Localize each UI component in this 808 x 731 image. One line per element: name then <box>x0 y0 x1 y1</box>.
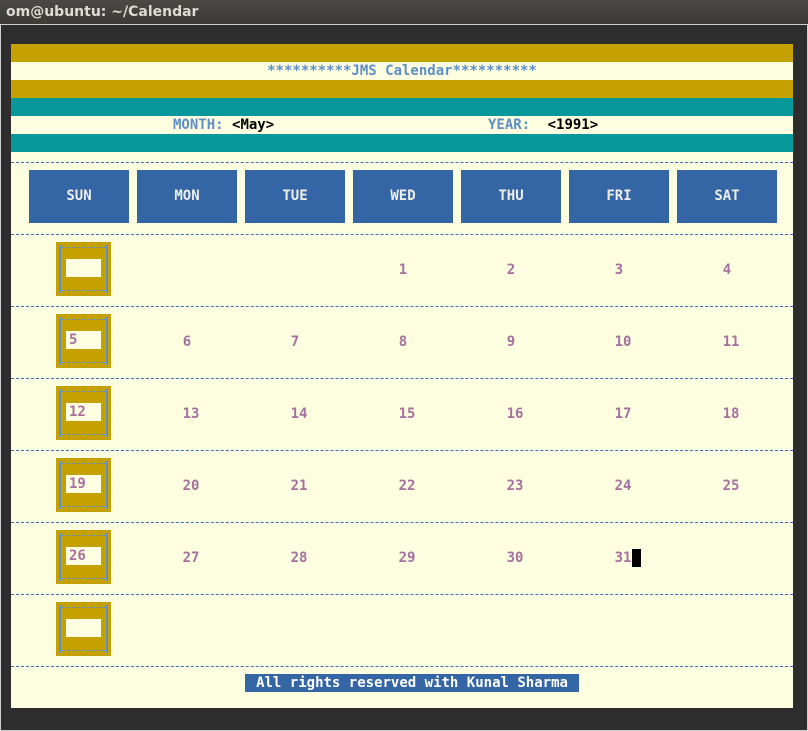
sunday-border <box>62 362 105 363</box>
week-divider <box>11 522 793 523</box>
day-header-sat: SAT <box>677 170 777 223</box>
month-value[interactable]: <May> <box>232 117 274 133</box>
sunday-cell[interactable]: 12 <box>56 386 111 440</box>
day-header-thu: THU <box>461 170 561 223</box>
date-cell[interactable]: 17 <box>573 405 673 423</box>
sunday-border <box>62 535 105 536</box>
sunday-date: 19 <box>66 475 101 493</box>
sunday-date: 26 <box>66 547 101 565</box>
week-divider <box>11 234 793 235</box>
sunday-border <box>62 607 105 608</box>
date-cell[interactable]: 20 <box>141 477 241 495</box>
year-field: YEAR: <1991> <box>488 116 598 134</box>
month-label: MONTH: <box>173 117 224 133</box>
date-cell[interactable]: 6 <box>137 333 237 351</box>
sunday-border <box>59 245 61 293</box>
date-cell[interactable]: 28 <box>249 549 349 567</box>
date-cell[interactable]: 24 <box>573 477 673 495</box>
sunday-border <box>62 290 105 291</box>
copyright-footer: All rights reserved with Kunal Sharma <box>245 674 579 692</box>
sunday-border <box>59 389 61 437</box>
sunday-border <box>62 247 105 248</box>
date-cell[interactable]: 31 <box>573 549 673 567</box>
sunday-date: 5 <box>66 331 101 349</box>
bottom-divider <box>11 666 793 667</box>
divider <box>11 162 793 163</box>
year-label: YEAR: <box>488 117 531 133</box>
date-cell[interactable]: 18 <box>681 405 781 423</box>
text-cursor <box>632 549 641 567</box>
date-cell[interactable]: 4 <box>677 261 777 279</box>
date-cell[interactable]: 29 <box>357 549 457 567</box>
week-divider <box>11 306 793 307</box>
window-title[interactable]: om@ubuntu: ~/Calendar <box>0 0 808 24</box>
sunday-border <box>62 506 105 507</box>
day-header-mon: MON <box>137 170 237 223</box>
sunday-border <box>106 317 108 365</box>
sunday-border <box>62 650 105 651</box>
sunday-cell[interactable]: 5 <box>56 314 111 368</box>
sunday-cell[interactable]: 19 <box>56 458 111 512</box>
sunday-border <box>106 245 108 293</box>
date-cell[interactable]: 25 <box>681 477 781 495</box>
date-cell[interactable]: 2 <box>461 261 561 279</box>
terminal-area[interactable]: **********JMS Calendar********** MONTH: … <box>0 24 808 731</box>
date-cell[interactable]: 16 <box>465 405 565 423</box>
sunday-border <box>62 319 105 320</box>
date-cell[interactable]: 3 <box>569 261 669 279</box>
month-field: MONTH: <May> <box>173 116 274 134</box>
sunday-border <box>59 533 61 581</box>
date-cell[interactable]: 13 <box>141 405 241 423</box>
date-cell[interactable]: 15 <box>357 405 457 423</box>
sunday-border <box>59 461 61 509</box>
sunday-cell[interactable]: 26 <box>56 530 111 584</box>
date-cell[interactable]: 30 <box>465 549 565 567</box>
teal-band-1 <box>11 98 793 116</box>
sunday-border <box>62 578 105 579</box>
date-cell[interactable]: 1 <box>353 261 453 279</box>
day-header-wed: WED <box>353 170 453 223</box>
date-cell[interactable]: 21 <box>249 477 349 495</box>
sunday-border <box>62 391 105 392</box>
teal-band-2 <box>11 134 793 152</box>
sunday-border <box>59 317 61 365</box>
day-header-sun: SUN <box>29 170 129 223</box>
week-divider <box>11 378 793 379</box>
week-divider <box>11 450 793 451</box>
date-cell[interactable]: 14 <box>249 405 349 423</box>
sunday-date: 12 <box>66 403 101 421</box>
mustard-band-2 <box>11 80 793 98</box>
sunday-date <box>66 619 101 637</box>
sunday-border <box>106 461 108 509</box>
date-cell[interactable]: 27 <box>141 549 241 567</box>
sunday-border <box>106 533 108 581</box>
sunday-border <box>106 389 108 437</box>
date-cell[interactable]: 8 <box>353 333 453 351</box>
date-cell[interactable]: 23 <box>465 477 565 495</box>
calendar-heading: **********JMS Calendar********** <box>267 63 537 79</box>
sunday-cell[interactable] <box>56 242 111 296</box>
date-cell[interactable]: 11 <box>681 333 781 351</box>
sunday-cell[interactable] <box>56 602 111 656</box>
sunday-border <box>106 605 108 653</box>
sunday-border <box>59 605 61 653</box>
date-cell[interactable]: 22 <box>357 477 457 495</box>
sunday-border <box>62 434 105 435</box>
day-header-tue: TUE <box>245 170 345 223</box>
top-mustard-band <box>11 44 793 62</box>
date-cell[interactable]: 7 <box>245 333 345 351</box>
date-cell[interactable]: 9 <box>461 333 561 351</box>
week-divider <box>11 594 793 595</box>
day-header-fri: FRI <box>569 170 669 223</box>
sunday-border <box>62 463 105 464</box>
calendar-screen: **********JMS Calendar********** MONTH: … <box>11 44 793 708</box>
date-cell[interactable]: 10 <box>573 333 673 351</box>
sunday-date <box>66 259 101 277</box>
year-value[interactable]: <1991> <box>548 117 599 133</box>
terminal-window: om@ubuntu: ~/Calendar **********JMS Cale… <box>0 0 808 731</box>
